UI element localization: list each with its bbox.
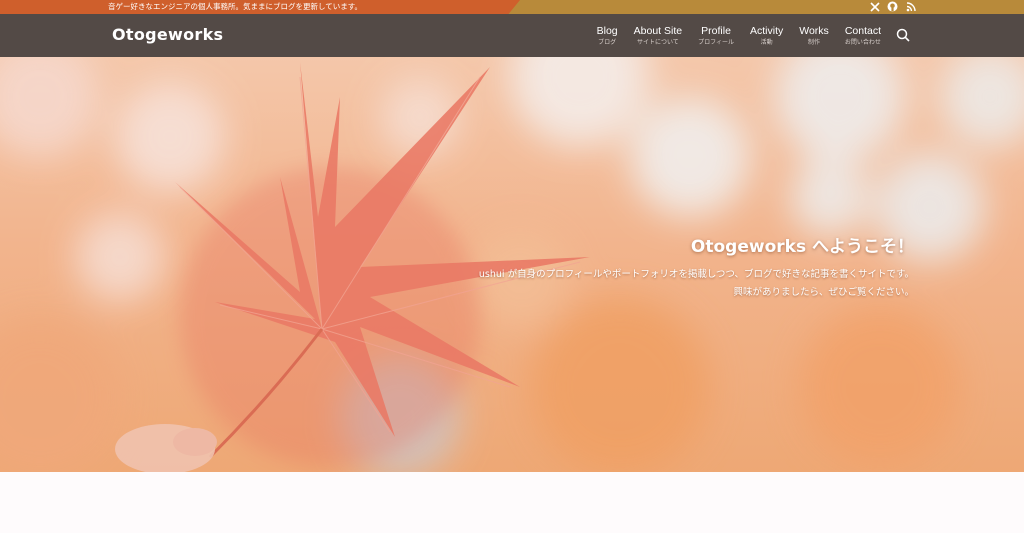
nav-item-profile[interactable]: Profile プロフィール	[690, 25, 742, 47]
nav-sublabel: 制作	[808, 39, 821, 46]
nav-label: Contact	[844, 25, 881, 37]
hero-title: Otogeworks へようこそ！	[690, 237, 914, 257]
github-icon[interactable]	[887, 1, 898, 12]
nav-item-about-site[interactable]: About Site サイトについて	[626, 25, 690, 47]
hero-banner: Otogeworks へようこそ！ ushui が自身のプロフィールやポートフォ…	[0, 57, 1024, 472]
hero-description-line: 興味がありましたら、ぜひご覧ください。	[733, 287, 914, 298]
nav-sublabel: ブログ	[598, 39, 617, 46]
nav-item-blog[interactable]: Blog ブログ	[589, 25, 626, 47]
x-icon[interactable]	[869, 1, 880, 12]
nav-label: Activity	[749, 25, 784, 37]
rss-icon[interactable]	[905, 1, 916, 12]
nav-item-works[interactable]: Works 制作	[791, 25, 837, 47]
social-links	[869, 1, 916, 12]
site-header: Otogeworks Blog ブログ About Site サイトについて P…	[0, 14, 1024, 57]
top-info-bar: 音ゲー好きなエンジニアの個人事務所。気ままにブログを更新しています。	[0, 0, 1024, 14]
nav-item-contact[interactable]: Contact お問い合わせ	[837, 25, 889, 47]
content-area	[0, 472, 1024, 533]
hero-description-line: ushui が自身のプロフィールやポートフォリオを掲載しつつ、ブログで好きな記事…	[478, 269, 914, 280]
site-logo[interactable]: Otogeworks	[112, 25, 223, 44]
nav-item-activity[interactable]: Activity 活動	[742, 25, 791, 47]
main-nav: Blog ブログ About Site サイトについて Profile プロフィ…	[589, 25, 889, 47]
nav-sublabel: 活動	[760, 39, 773, 46]
site-tagline: 音ゲー好きなエンジニアの個人事務所。気ままにブログを更新しています。	[108, 2, 363, 11]
hero-background-image	[0, 57, 1024, 472]
nav-sublabel: プロフィール	[698, 39, 734, 46]
nav-label: Works	[799, 25, 829, 37]
nav-label: About Site	[633, 25, 683, 37]
hero-description: ushui が自身のプロフィールやポートフォリオを掲載しつつ、ブログで好きな記事…	[354, 266, 914, 302]
nav-label: Profile	[701, 25, 731, 37]
nav-sublabel: サイトについて	[636, 39, 679, 46]
nav-label: Blog	[596, 25, 618, 37]
nav-sublabel: お問い合わせ	[844, 39, 881, 46]
search-icon[interactable]	[896, 27, 910, 42]
